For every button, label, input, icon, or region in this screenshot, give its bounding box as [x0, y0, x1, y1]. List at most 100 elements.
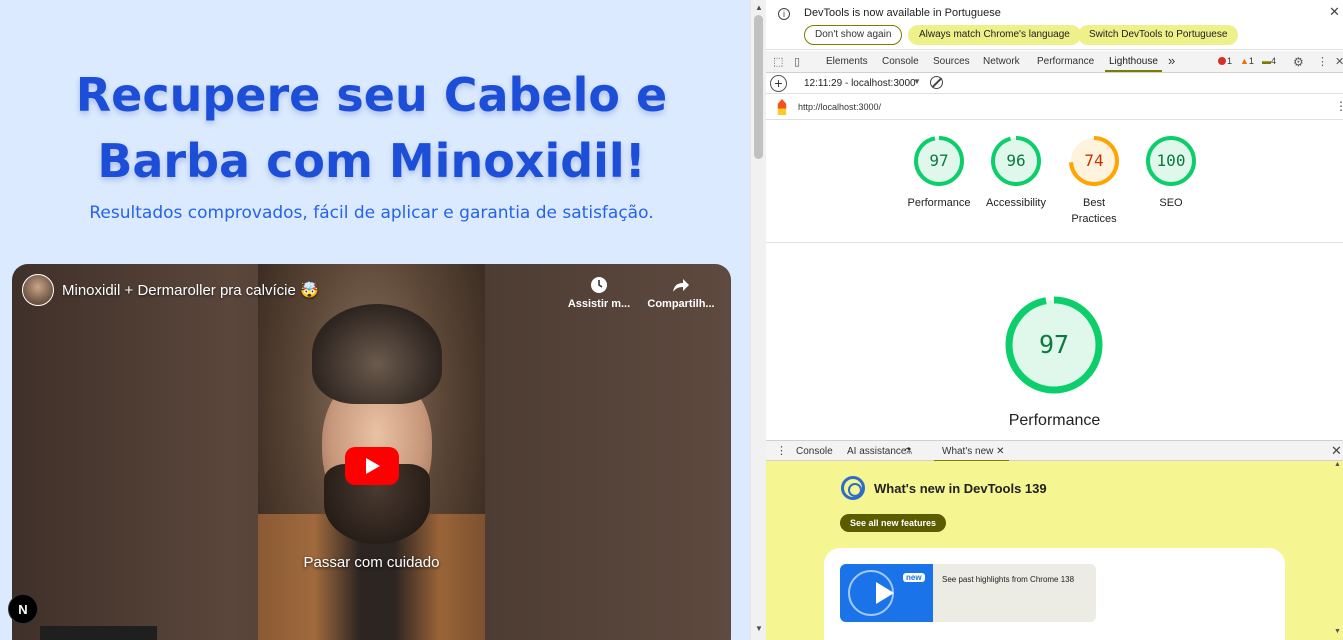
- devtools-panel: i DevTools is now available in Portugues…: [766, 0, 1343, 640]
- watch-later-button[interactable]: Assistir m...: [559, 276, 639, 310]
- warning-icon: ▲: [1240, 56, 1249, 66]
- hero-title: Recupere seu Cabelo e Barba com Minoxidi…: [75, 68, 668, 188]
- drawer-tabbar: ⋮ Console AI assistance ⚗ What's new ✕ ✕: [766, 440, 1343, 462]
- audited-url[interactable]: http://localhost:3000/: [798, 102, 881, 112]
- gauge-ring: 97: [913, 135, 965, 187]
- scroll-down-icon[interactable]: ▼: [755, 624, 763, 633]
- page-scrollbar[interactable]: ▲ ▼: [750, 0, 766, 640]
- score-gauges: 97 Performance 96 Accessibility 74 Best Pract…: [766, 120, 1343, 243]
- share-label: Compartilh...: [647, 298, 715, 310]
- clear-reports-icon[interactable]: [930, 76, 943, 89]
- score-value: 97: [929, 151, 949, 170]
- whats-new-title: What's new in DevTools 139: [874, 481, 1047, 496]
- score-label: Performance: [907, 197, 971, 209]
- score-value: 96: [1006, 151, 1026, 170]
- tab-sources[interactable]: Sources: [933, 56, 970, 67]
- hero-subtitle: Resultados comprovados, fácil de aplicar…: [89, 203, 654, 223]
- message-count[interactable]: ▬4: [1262, 56, 1276, 66]
- main-performance-gauge: 97: [1004, 295, 1104, 398]
- close-devtools-icon[interactable]: ✕: [1335, 55, 1343, 68]
- gauge-ring: 74: [1068, 135, 1120, 187]
- chevron-down-icon[interactable]: ▼: [913, 77, 921, 86]
- see-all-features-button[interactable]: See all new features: [840, 514, 947, 532]
- tab-console[interactable]: Console: [882, 56, 919, 67]
- drawer-scrollbar[interactable]: ▲ ▼: [1334, 461, 1343, 640]
- close-icon[interactable]: ✕: [1329, 4, 1340, 20]
- gauge-ring: 96: [990, 135, 1042, 187]
- scroll-up-icon[interactable]: ▲: [1334, 461, 1341, 468]
- share-icon: [673, 279, 689, 292]
- channel-avatar[interactable]: [22, 274, 54, 306]
- drawer-tab-ai-assistance[interactable]: AI assistance: [847, 446, 906, 457]
- score-label: Best Practices: [1071, 197, 1117, 225]
- report-menu-icon[interactable]: ⋮: [1335, 99, 1343, 113]
- score-value: 100: [1156, 151, 1186, 170]
- warning-count[interactable]: ▲1: [1240, 56, 1254, 66]
- whats-new-card: new See past highlights from Chrome 138: [824, 548, 1285, 640]
- gauge-ring: 100: [1145, 135, 1197, 187]
- play-icon: [876, 582, 894, 604]
- scroll-up-icon[interactable]: ▲: [755, 3, 763, 12]
- report-selector[interactable]: 12:11:29 - localhost:3000: [804, 78, 916, 89]
- score-gauge-accessibility[interactable]: 96 Accessibility: [976, 135, 1056, 211]
- message-icon: ▬: [1262, 56, 1271, 66]
- lighthouse-logo-icon: [777, 99, 787, 115]
- nextjs-dev-badge[interactable]: N: [8, 594, 38, 624]
- drawer-tab-console[interactable]: Console: [796, 446, 833, 457]
- score-gauge-best-practices[interactable]: 74 Best Practices: [1054, 135, 1134, 227]
- video-title[interactable]: Minoxidil + Dermaroller pra calvície 🤯: [62, 281, 319, 299]
- highlight-text: See past highlights from Chrome 138: [942, 575, 1075, 584]
- video-caption: Passar com cuidado: [303, 554, 440, 571]
- score-value: 74: [1084, 151, 1104, 170]
- more-tabs-icon[interactable]: »: [1168, 53, 1175, 68]
- whats-new-tab-label: What's new: [942, 446, 994, 457]
- play-button[interactable]: [345, 447, 399, 485]
- warning-count-value: 1: [1248, 56, 1254, 66]
- video-hair: [312, 304, 442, 404]
- flask-icon: ⚗: [904, 446, 913, 456]
- share-button[interactable]: Compartilh...: [641, 276, 721, 310]
- whats-new-panel: What's new in DevTools 139 See all new f…: [766, 461, 1343, 640]
- error-count-value: 1: [1227, 56, 1233, 66]
- lighthouse-url-bar: http://localhost:3000/ ⋮: [766, 94, 1343, 120]
- dont-show-again-button[interactable]: Don't show again: [804, 25, 903, 45]
- score-gauge-seo[interactable]: 100 SEO: [1131, 135, 1211, 211]
- devtools-tabbar: ⬚ ▯ Elements Console Sources Network Per…: [766, 51, 1343, 73]
- clock-icon: [591, 277, 607, 293]
- watch-later-label: Assistir m...: [567, 298, 631, 310]
- device-toolbar-icon[interactable]: ▯: [794, 55, 800, 68]
- switch-language-button[interactable]: Switch DevTools to Portuguese: [1078, 25, 1239, 45]
- customize-kebab-icon[interactable]: ⋮: [1317, 55, 1328, 68]
- new-badge: new: [903, 573, 925, 582]
- error-count[interactable]: 1: [1218, 56, 1232, 66]
- scrollbar-thumb[interactable]: [754, 15, 763, 159]
- score-gauge-performance[interactable]: 97 Performance: [899, 135, 979, 211]
- scroll-down-icon[interactable]: ▼: [1334, 628, 1341, 635]
- new-report-icon[interactable]: +: [770, 75, 787, 92]
- info-icon: i: [778, 8, 790, 20]
- drawer-menu-icon[interactable]: ⋮: [776, 444, 787, 457]
- past-highlights-link[interactable]: new See past highlights from Chrome 138: [840, 564, 1096, 622]
- tab-lighthouse[interactable]: Lighthouse: [1105, 56, 1162, 72]
- inspect-element-icon[interactable]: ⬚: [773, 55, 783, 68]
- tab-elements[interactable]: Elements: [826, 56, 868, 67]
- page-bottom-bar: [40, 626, 157, 640]
- tab-network[interactable]: Network: [983, 56, 1020, 67]
- tab-performance[interactable]: Performance: [1037, 56, 1094, 67]
- infobar-message: DevTools is now available in Portuguese: [804, 7, 1001, 19]
- match-language-button[interactable]: Always match Chrome's language: [908, 25, 1081, 45]
- main-score: 97: [1038, 330, 1070, 359]
- language-infobar: i DevTools is now available in Portugues…: [766, 0, 1343, 50]
- chrome-logo-icon: [841, 476, 865, 500]
- close-drawer-icon[interactable]: ✕: [1331, 443, 1342, 459]
- score-label: Accessibility: [986, 197, 1046, 209]
- message-count-value: 4: [1271, 56, 1277, 66]
- close-tab-icon[interactable]: ✕: [996, 446, 1004, 457]
- highlight-thumbnail: new: [840, 564, 933, 622]
- settings-gear-icon[interactable]: ⚙: [1293, 55, 1304, 69]
- youtube-embed[interactable]: Minoxidil + Dermaroller pra calvície 🤯 A…: [12, 264, 731, 640]
- score-label: SEO: [1159, 197, 1183, 209]
- drawer-tab-whats-new[interactable]: What's new ✕: [934, 446, 1009, 462]
- main-score-label: Performance: [1008, 412, 1101, 429]
- lighthouse-toolbar: + 12:11:29 - localhost:3000 ▼: [766, 73, 1343, 94]
